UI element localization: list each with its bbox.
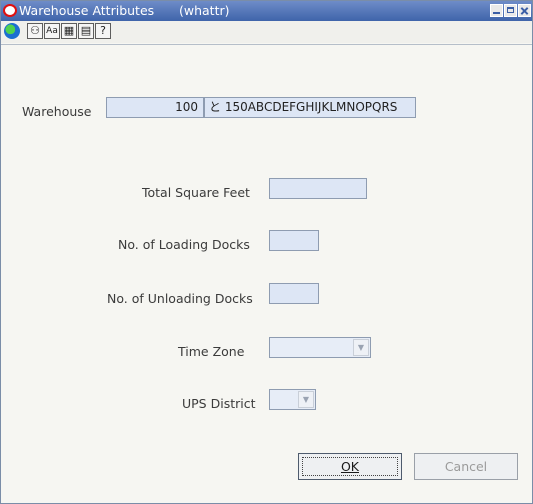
loading-docks-label: No. of Loading Docks: [118, 237, 250, 252]
ups-district-label: UPS District: [182, 396, 256, 411]
unloading-docks-label: No. of Unloading Docks: [107, 291, 253, 306]
warehouse-id-field[interactable]: 100: [106, 97, 204, 118]
total-square-feet-input[interactable]: [269, 178, 367, 199]
ups-district-dropdown-icon[interactable]: ▼: [298, 391, 314, 408]
time-zone-select[interactable]: ▼: [269, 337, 371, 358]
find-icon[interactable]: Aa: [44, 23, 60, 39]
minimize-icon[interactable]: [490, 4, 503, 17]
print-icon[interactable]: ▤: [78, 23, 94, 39]
toolbar: ⚇ Aa ▦ ▤ ?: [1, 21, 532, 43]
warehouse-label: Warehouse: [22, 104, 92, 119]
warehouse-attributes-window: Warehouse Attributes (whattr) ⚇ Aa ▦ ▤ ?…: [0, 0, 533, 504]
close-icon[interactable]: [518, 4, 531, 17]
ok-button[interactable]: OK: [298, 453, 402, 480]
cancel-button-label: Cancel: [444, 459, 488, 474]
window-module-code: (whattr): [179, 3, 230, 18]
window-title: Warehouse Attributes: [19, 3, 155, 18]
ok-button-label: OK: [340, 459, 360, 474]
total-square-feet-label: Total Square Feet: [142, 185, 250, 200]
ups-district-select[interactable]: ▼: [269, 389, 316, 410]
time-zone-label: Time Zone: [178, 344, 245, 359]
unloading-docks-input[interactable]: [269, 283, 319, 304]
cancel-button[interactable]: Cancel: [414, 453, 518, 480]
help-icon[interactable]: ?: [95, 23, 111, 39]
oracle-app-icon: [3, 4, 17, 17]
warehouse-name-field[interactable]: と 150ABCDEFGHIJKLMNOPQRS: [204, 97, 416, 118]
record-icon[interactable]: ⚇: [27, 23, 43, 39]
title-bar[interactable]: Warehouse Attributes (whattr): [1, 1, 532, 21]
toolbar-divider: [1, 44, 532, 45]
globe-icon[interactable]: [4, 23, 20, 39]
save-icon[interactable]: ▦: [61, 23, 77, 39]
time-zone-dropdown-icon[interactable]: ▼: [353, 339, 369, 356]
maximize-icon[interactable]: [504, 4, 517, 17]
loading-docks-input[interactable]: [269, 230, 319, 251]
